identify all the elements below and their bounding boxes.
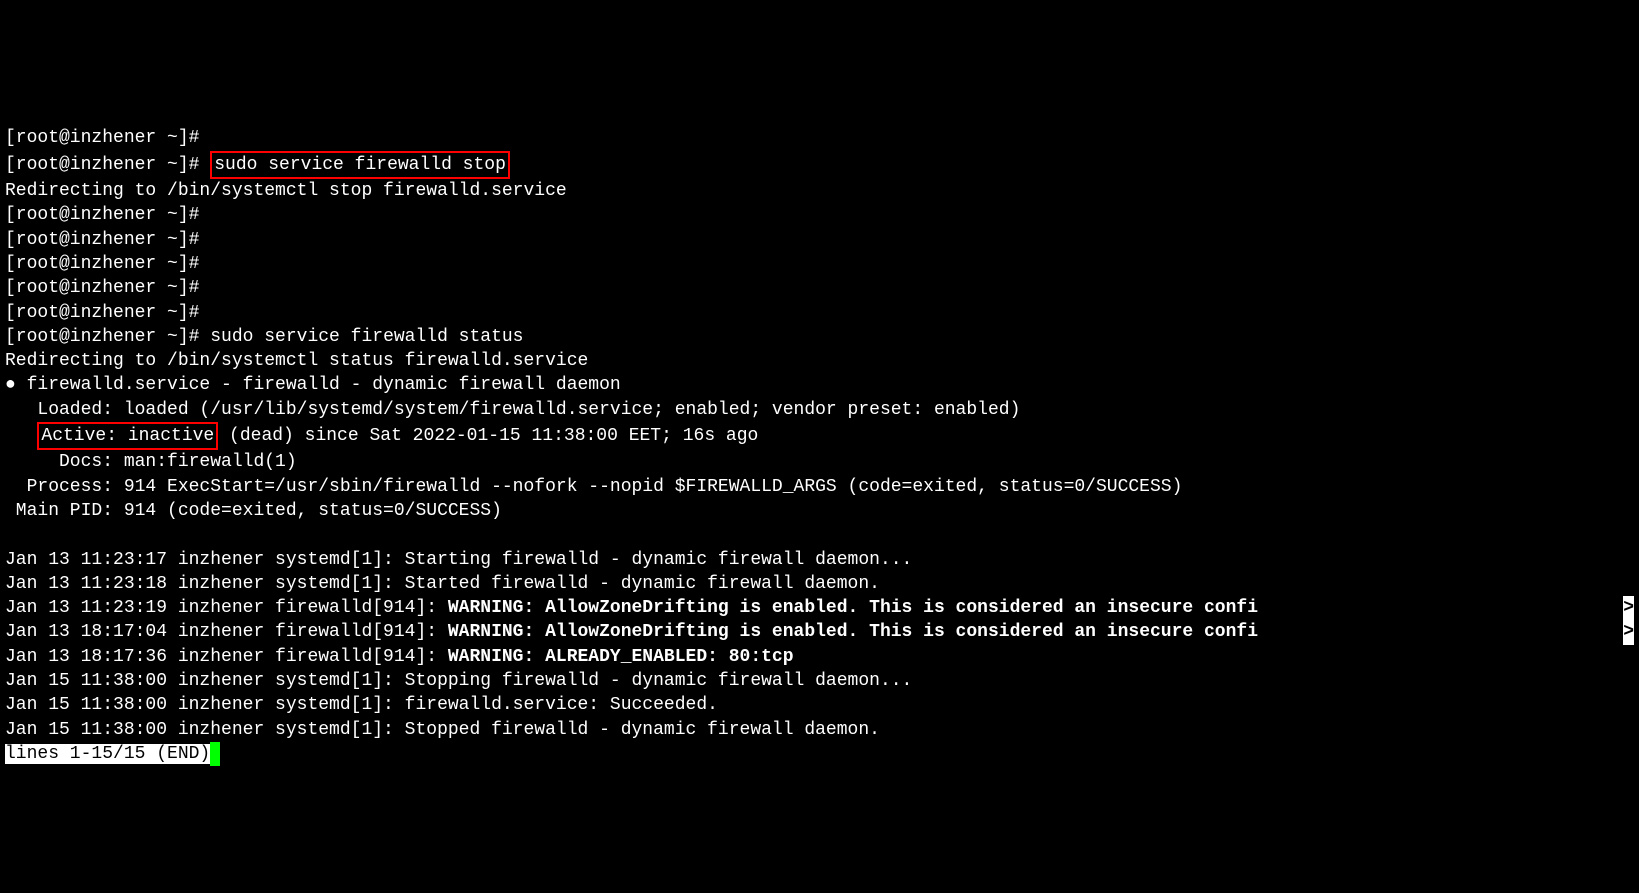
- loaded-line: Loaded: loaded (/usr/lib/systemd/system/…: [5, 400, 1020, 420]
- command-text: sudo service firewalld status: [210, 327, 523, 347]
- prompt: [root@inzhener ~]#: [5, 303, 199, 323]
- service-header: ● firewalld.service - firewalld - dynami…: [5, 375, 621, 395]
- log-line: Jan 15 11:38:00 inzhener systemd[1]: Sto…: [5, 720, 880, 740]
- output-line: Redirecting to /bin/systemctl status fir…: [5, 351, 588, 371]
- highlighted-command: sudo service firewalld stop: [210, 151, 510, 179]
- log-prefix: Jan 13 11:23:19 inzhener firewalld[914]:: [5, 598, 448, 618]
- output-line: Redirecting to /bin/systemctl stop firew…: [5, 181, 567, 201]
- process-line: Process: 914 ExecStart=/usr/sbin/firewal…: [5, 477, 1182, 497]
- highlighted-active-status: Active: inactive: [37, 422, 218, 450]
- prompt: [root@inzhener ~]#: [5, 205, 199, 225]
- log-line: Jan 15 11:38:00 inzhener systemd[1]: fir…: [5, 695, 718, 715]
- mainpid-line: Main PID: 914 (code=exited, status=0/SUC…: [5, 501, 502, 521]
- prompt: [root@inzhener ~]#: [5, 278, 199, 298]
- log-line: Jan 13 11:23:17 inzhener systemd[1]: Sta…: [5, 550, 912, 570]
- active-suffix: (dead) since Sat 2022-01-15 11:38:00 EET…: [218, 426, 758, 446]
- docs-line: Docs: man:firewalld(1): [5, 452, 297, 472]
- active-prefix: [5, 426, 37, 446]
- log-line: Jan 13 11:23:18 inzhener systemd[1]: Sta…: [5, 574, 880, 594]
- terminal[interactable]: [root@inzhener ~]# [root@inzhener ~]# su…: [5, 102, 1634, 766]
- log-prefix: Jan 13 18:17:36 inzhener firewalld[914]:: [5, 647, 448, 667]
- log-warning: WARNING: AllowZoneDrifting is enabled. T…: [448, 622, 1258, 642]
- overflow-marker: >: [1623, 596, 1634, 620]
- overflow-marker: >: [1623, 620, 1634, 644]
- prompt: [root@inzhener ~]#: [5, 254, 199, 274]
- pager-status: lines 1-15/15 (END): [5, 744, 210, 764]
- cursor: [210, 742, 220, 766]
- prompt: [root@inzhener ~]#: [5, 155, 210, 175]
- prompt: [root@inzhener ~]#: [5, 230, 199, 250]
- log-prefix: Jan 13 18:17:04 inzhener firewalld[914]:: [5, 622, 448, 642]
- log-warning: WARNING: AllowZoneDrifting is enabled. T…: [448, 598, 1258, 618]
- prompt: [root@inzhener ~]#: [5, 128, 199, 148]
- prompt: [root@inzhener ~]#: [5, 327, 210, 347]
- log-line: Jan 15 11:38:00 inzhener systemd[1]: Sto…: [5, 671, 912, 691]
- log-warning: WARNING: ALREADY_ENABLED: 80:tcp: [448, 647, 794, 667]
